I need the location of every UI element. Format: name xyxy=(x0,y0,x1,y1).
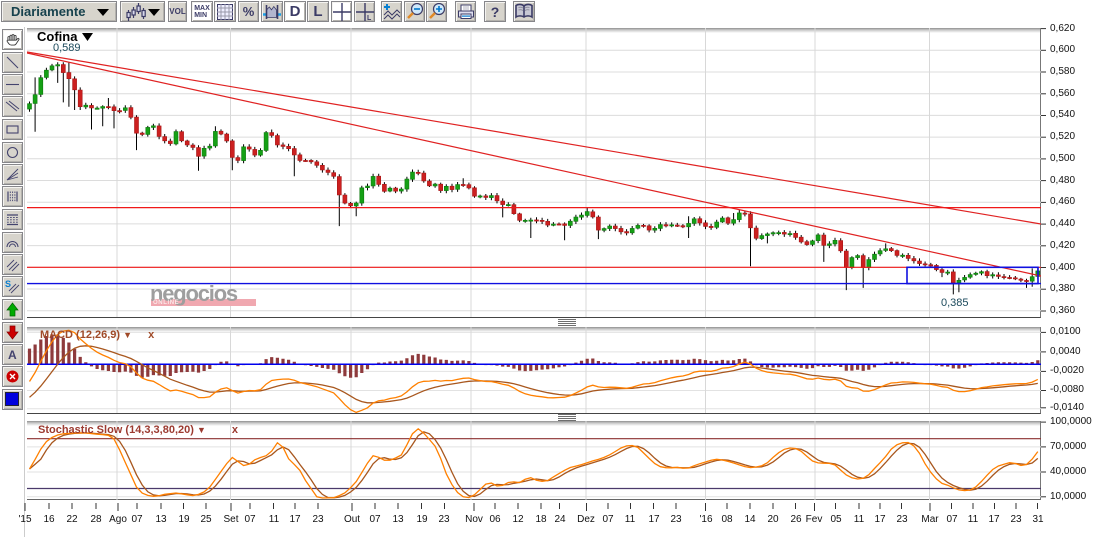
svg-text:S: S xyxy=(5,279,11,289)
svg-text:A: A xyxy=(8,348,17,362)
svg-text:L: L xyxy=(367,15,372,21)
